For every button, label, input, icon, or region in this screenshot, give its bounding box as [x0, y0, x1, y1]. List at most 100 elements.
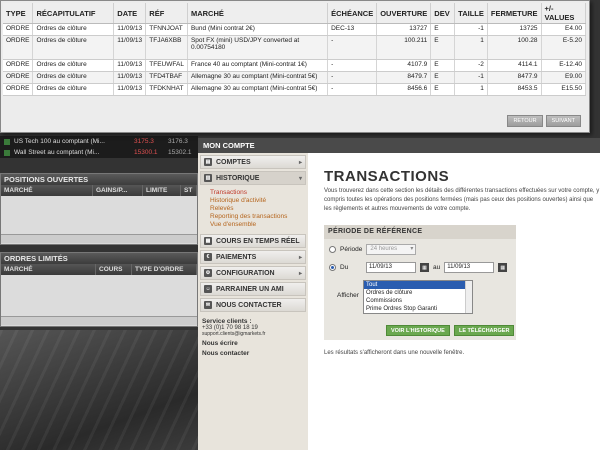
periode-radio[interactable] — [329, 246, 336, 253]
voir-historique-button[interactable]: VOIR L'HISTORIQUE — [386, 325, 450, 336]
telecharger-button[interactable]: LE TÉLÉCHARGER — [454, 325, 515, 336]
cell-type: ORDRE — [3, 83, 34, 96]
col-cours[interactable]: COURS — [96, 264, 132, 275]
au-label: au — [433, 264, 441, 271]
col-type[interactable]: TYPE — [3, 3, 34, 24]
date-from-input[interactable]: 11/09/13 — [366, 262, 416, 273]
service-email[interactable]: support.clients@igmarkets.fr — [202, 331, 304, 337]
table-row[interactable]: ORDRE Ordres de clôture 11/09/13 TFJA6XB… — [3, 35, 587, 60]
chevron-right-icon: ▸ — [298, 254, 302, 261]
nav-label: HISTORIQUE — [216, 174, 260, 182]
col-marche[interactable]: MARCHÉ — [187, 3, 329, 24]
listbox-scrollbar[interactable] — [465, 281, 472, 313]
ecrire-link[interactable]: Nous écrire — [202, 340, 304, 347]
cell-ref: TFNNJOAT — [145, 23, 188, 36]
sub-reporting[interactable]: Reporting des transactions — [210, 213, 308, 220]
market-flag-icon — [4, 149, 10, 156]
cell-marche: Allemagne 30 au comptant (Mini-contrat 5… — [187, 83, 329, 96]
afficher-label: Afficher — [337, 292, 359, 299]
calendar-icon[interactable]: ▦ — [420, 263, 429, 272]
col-values[interactable]: +/- VALUES — [541, 3, 587, 24]
afficher-listbox[interactable]: Tout Ordres de clôture Commissions Prime… — [363, 280, 473, 314]
nav-item-comptes[interactable]: ▤ COMPTES ▸ — [200, 155, 306, 169]
cell-fermeture: 8477.9 — [487, 71, 542, 84]
period-form: PÉRIODE DE RÉFÉRENCE Période 24 heures D… — [324, 225, 516, 340]
cell-values: E15.50 — [541, 83, 587, 96]
positions-panel: POSITIONS OUVERTES MARCHÉ GAINS/P... LIM… — [0, 173, 198, 245]
retour-button[interactable]: RETOUR — [507, 115, 543, 127]
nav-item-cours[interactable]: ▦ COURS EN TEMPS RÉEL — [200, 234, 306, 248]
col-recapitulatif[interactable]: RÉCAPITULATIF — [32, 3, 115, 24]
nav-item-historique[interactable]: ▥ HISTORIQUE ▾ — [200, 171, 306, 185]
col-taille[interactable]: TAILLE — [454, 3, 488, 24]
col-type-ordre[interactable]: TYPE D'ORDRE — [132, 264, 197, 275]
col-limite[interactable]: LIMITE — [143, 185, 181, 196]
cell-type: ORDRE — [3, 35, 34, 60]
cell-values: E-12.40 — [541, 59, 587, 72]
sub-activite[interactable]: Historique d'activité — [210, 197, 308, 204]
col-fermeture[interactable]: FERMETURE — [487, 3, 542, 24]
positions-body — [1, 196, 197, 234]
nav-header: MON COMPTE — [198, 138, 308, 153]
list-option[interactable]: Ordres de clôture — [364, 289, 472, 297]
list-option[interactable]: Prime Ordres Stop Garanti — [364, 305, 472, 313]
table-row[interactable]: ORDRE Ordres de clôture 11/09/13 TFD4TBA… — [3, 71, 587, 84]
ticker-buy: 3176.3 — [168, 138, 188, 145]
sub-releves[interactable]: Relevés — [210, 205, 308, 212]
cell-ouverture: 8479.7 — [376, 71, 432, 84]
cell-fermeture: 13725 — [487, 23, 542, 36]
date-to-input[interactable]: 11/09/13 — [444, 262, 495, 273]
table-row[interactable]: ORDRE Ordres de clôture 11/09/13 TFNNJOA… — [3, 23, 587, 36]
main-content: TRANSACTIONS Vous trouverez dans cette s… — [308, 138, 600, 450]
ticker-row[interactable]: Wall Street au comptant (Mi... 15300.1 1… — [0, 147, 198, 158]
cell-ouverture: 4107.9 — [376, 59, 432, 72]
positions-footer — [1, 234, 197, 243]
cell-dev: E — [430, 23, 456, 36]
col-stop[interactable]: ST — [181, 185, 197, 196]
cell-date: 11/09/13 — [113, 59, 147, 72]
cell-echeance: - — [327, 71, 378, 84]
col-ouverture[interactable]: OUVERTURE — [376, 3, 432, 24]
nav-item-paiements[interactable]: € PAIEMENTS ▸ — [200, 250, 306, 264]
cell-values: E4.00 — [541, 23, 587, 36]
nav-item-contacter[interactable]: ✉ NOUS CONTACTER — [200, 298, 306, 312]
cell-taille: 1 — [454, 83, 488, 96]
ticker-sell: 3175.3 — [134, 138, 154, 145]
table-row[interactable]: ORDRE Ordres de clôture 11/09/13 TFDKNHA… — [3, 83, 587, 96]
ticker-row[interactable]: US Tech 100 au comptant (Mi... 3175.3 31… — [0, 136, 198, 147]
orders-panel: ORDRES LIMITÉS MARCHÉ COURS TYPE D'ORDRE — [0, 252, 198, 327]
list-option[interactable]: Commissions — [364, 297, 472, 305]
col-marche[interactable]: MARCHÉ — [1, 264, 96, 275]
sub-vue-ensemble[interactable]: Vue d'ensemble — [210, 221, 308, 228]
sub-transactions[interactable]: Transactions — [210, 189, 308, 196]
cell-marche: Allemagne 30 au comptant (Mini-contrat 5… — [187, 71, 329, 84]
du-label: Du — [340, 264, 349, 271]
col-date[interactable]: DATE — [113, 3, 147, 24]
cell-recap: Ordres de clôture — [32, 59, 115, 72]
account-nav: MON COMPTE ▤ COMPTES ▸ ▥ HISTORIQUE ▾ Tr… — [198, 138, 308, 450]
col-marche[interactable]: MARCHÉ — [1, 185, 93, 196]
col-echeance[interactable]: ÉCHÉANCE — [327, 3, 378, 24]
nav-label: CONFIGURATION — [216, 269, 275, 277]
nav-item-parrainer[interactable]: ☺ PARRAINER UN AMI — [200, 282, 306, 296]
periode-select[interactable]: 24 heures — [366, 244, 417, 255]
cell-date: 11/09/13 — [113, 71, 147, 84]
list-option[interactable]: Tout — [364, 281, 472, 289]
col-dev[interactable]: DEV — [430, 3, 456, 24]
cell-recap: Ordres de clôture — [32, 23, 115, 36]
payment-icon: € — [204, 253, 212, 261]
cell-dev: E — [430, 35, 456, 60]
table-row[interactable]: ORDRE Ordres de clôture 11/09/13 TFEUWFA… — [3, 59, 587, 72]
chart-icon: ▦ — [204, 237, 212, 245]
calendar-icon[interactable]: ▦ — [498, 263, 508, 272]
pagination: RETOUR SUIVANT — [507, 115, 581, 127]
col-ref[interactable]: RÉF — [145, 3, 188, 24]
cell-ouverture: 8456.6 — [376, 83, 432, 96]
nav-item-configuration[interactable]: ⚙ CONFIGURATION ▸ — [200, 266, 306, 280]
page-title: TRANSACTIONS — [324, 168, 450, 185]
suivant-button[interactable]: SUIVANT — [545, 115, 581, 127]
cell-taille: 1 — [454, 35, 488, 60]
contacter-link[interactable]: Nous contacter — [202, 350, 304, 357]
du-radio[interactable] — [329, 264, 336, 271]
col-gains[interactable]: GAINS/P... — [93, 185, 143, 196]
